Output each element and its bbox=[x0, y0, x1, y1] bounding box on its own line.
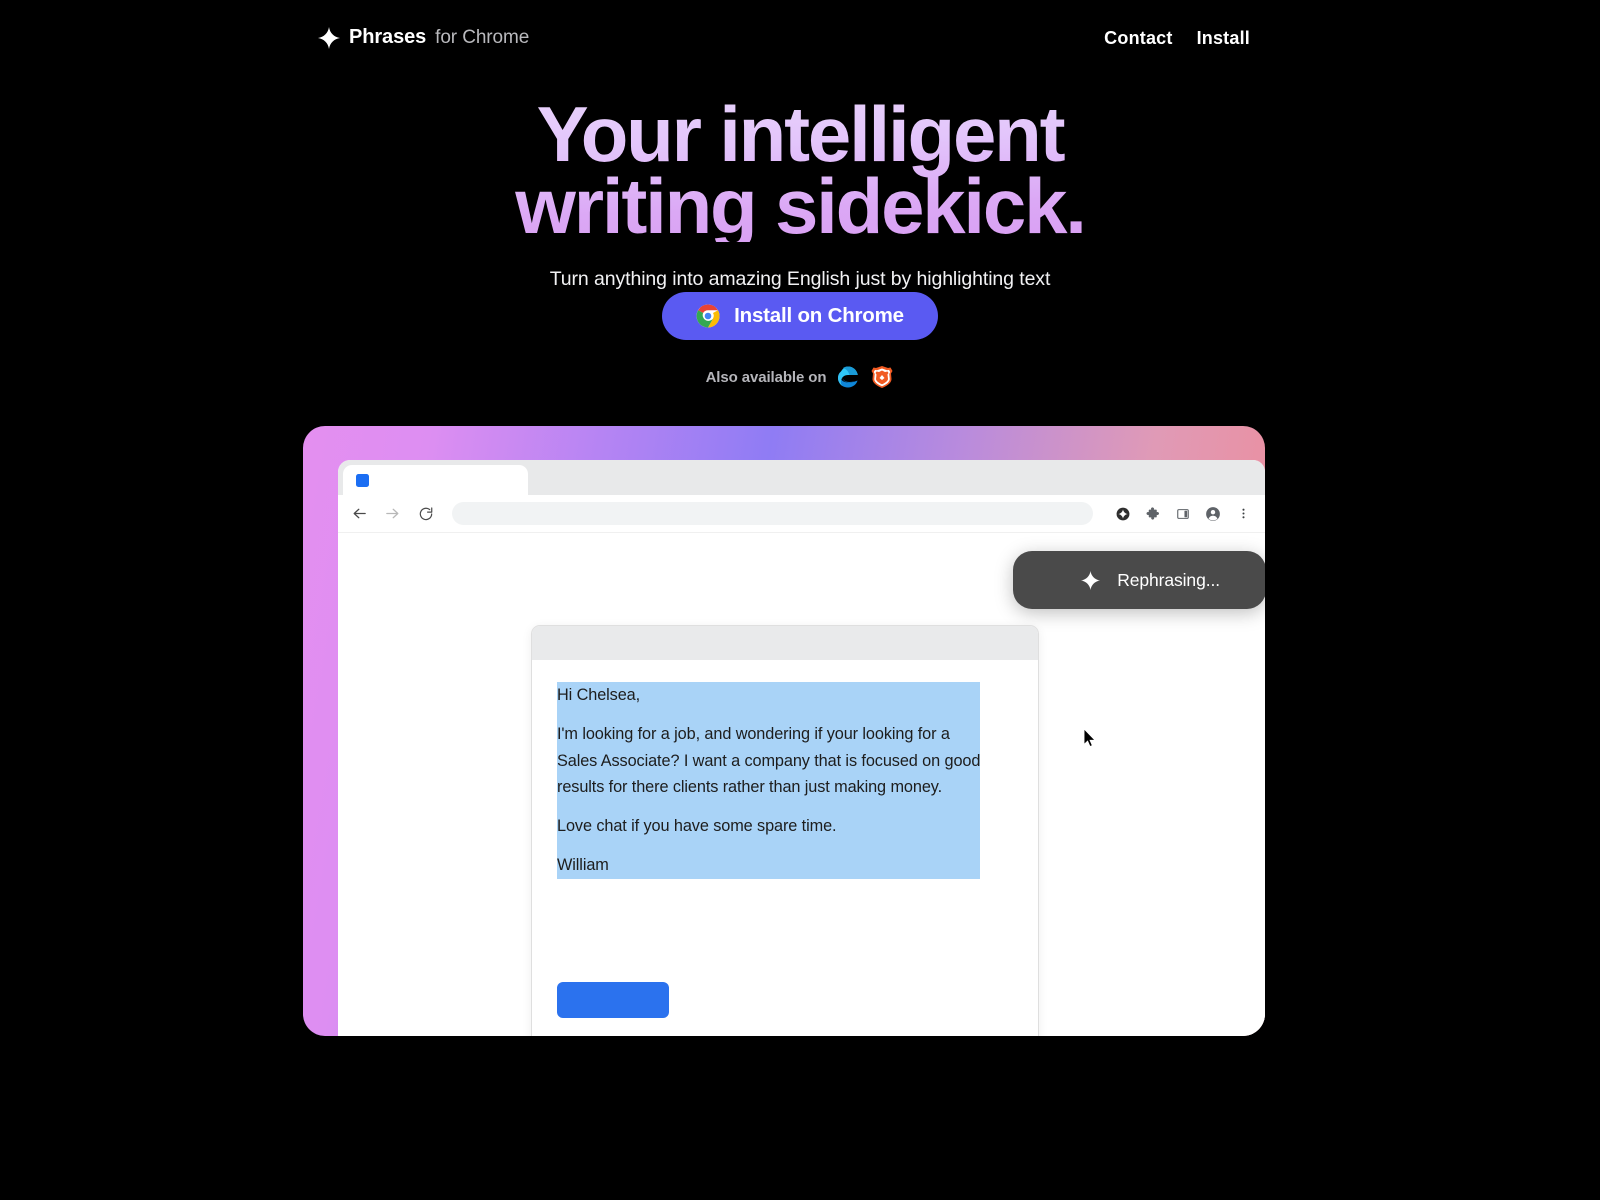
hero-section: Your intelligent writing sidekick. Turn … bbox=[0, 92, 1600, 291]
three-dot-menu-icon bbox=[1241, 508, 1245, 519]
email-paragraph1-line2: Sales Associate? I want a company that i… bbox=[557, 751, 981, 770]
reload-button[interactable] bbox=[413, 501, 438, 526]
hero-subtitle: Turn anything into amazing English just … bbox=[549, 268, 1051, 290]
compose-window-header[interactable] bbox=[532, 626, 1038, 660]
compose-window-body[interactable]: Hi Chelsea, I'm looking for a job, and w… bbox=[532, 660, 1038, 879]
site-header: Phrases for Chrome Contact Install bbox=[0, 0, 1600, 80]
profile-avatar-icon bbox=[1206, 506, 1220, 521]
browser-tab-strip bbox=[338, 460, 1265, 496]
edge-logo-icon[interactable] bbox=[836, 365, 860, 389]
phrases-extension-icon bbox=[1116, 507, 1130, 520]
mouse-cursor-icon bbox=[1083, 728, 1097, 748]
nav-link-contact[interactable]: Contact bbox=[1104, 28, 1172, 49]
also-available-row: Also available on bbox=[706, 365, 895, 389]
chrome-logo-icon bbox=[696, 304, 720, 328]
email-paragraph1-line1: I'm looking for a job, and wondering if … bbox=[557, 725, 950, 744]
cta-section: Install on Chrome Also available on bbox=[0, 292, 1600, 389]
email-signature: William bbox=[557, 856, 609, 875]
browser-toolbar bbox=[338, 495, 1265, 533]
install-on-chrome-button[interactable]: Install on Chrome bbox=[662, 292, 938, 340]
phrases-extension-button[interactable] bbox=[1112, 503, 1134, 525]
also-available-label: Also available on bbox=[705, 368, 827, 386]
page-viewport: Rephrasing... Hi Chelsea, I'm looking fo… bbox=[338, 533, 1265, 1036]
rephrasing-tooltip: Rephrasing... bbox=[1013, 551, 1265, 609]
rephrasing-label: Rephrasing... bbox=[1117, 569, 1220, 590]
extensions-button[interactable] bbox=[1142, 503, 1164, 525]
browser-menu-button[interactable] bbox=[1232, 503, 1254, 525]
product-screenshot-frame: Rephrasing... Hi Chelsea, I'm looking fo… bbox=[303, 426, 1265, 1036]
main-nav: Contact Install bbox=[1104, 28, 1250, 49]
brand-logo[interactable]: Phrases for Chrome bbox=[318, 26, 529, 49]
back-button[interactable] bbox=[347, 501, 372, 526]
address-bar[interactable] bbox=[452, 502, 1093, 525]
nav-link-install[interactable]: Install bbox=[1197, 28, 1250, 49]
send-button[interactable] bbox=[557, 982, 669, 1018]
tab-favicon-icon bbox=[356, 474, 369, 487]
side-panel-button[interactable] bbox=[1172, 503, 1194, 525]
browser-mockup: Rephrasing... Hi Chelsea, I'm looking fo… bbox=[338, 460, 1265, 1036]
hero-title-line2: writing sidekick. bbox=[515, 162, 1085, 250]
compose-window: Hi Chelsea, I'm looking for a job, and w… bbox=[531, 625, 1097, 1036]
page-title: Your intelligent writing sidekick. bbox=[0, 92, 1600, 242]
email-selected-text[interactable]: Hi Chelsea, I'm looking for a job, and w… bbox=[557, 682, 980, 879]
brand-subtitle: for Chrome bbox=[435, 26, 530, 48]
side-panel-icon bbox=[1177, 508, 1189, 519]
sparkle-icon bbox=[1081, 570, 1101, 590]
brave-logo-icon[interactable] bbox=[870, 365, 894, 389]
puzzle-piece-icon bbox=[1146, 507, 1159, 520]
email-paragraph1-line3: results for there clients rather than ju… bbox=[557, 777, 943, 796]
forward-arrow-icon bbox=[386, 508, 399, 519]
profile-button[interactable] bbox=[1202, 503, 1224, 525]
reload-icon bbox=[419, 506, 432, 520]
install-button-label: Install on Chrome bbox=[734, 304, 904, 327]
forward-button[interactable] bbox=[380, 501, 405, 526]
brand-name: Phrases bbox=[349, 26, 427, 48]
email-paragraph2: Love chat if you have some spare time. bbox=[557, 817, 837, 836]
back-arrow-icon bbox=[353, 508, 366, 519]
email-greeting: Hi Chelsea, bbox=[557, 686, 641, 704]
browser-tab[interactable] bbox=[343, 465, 528, 496]
sparkle-icon bbox=[318, 26, 340, 49]
